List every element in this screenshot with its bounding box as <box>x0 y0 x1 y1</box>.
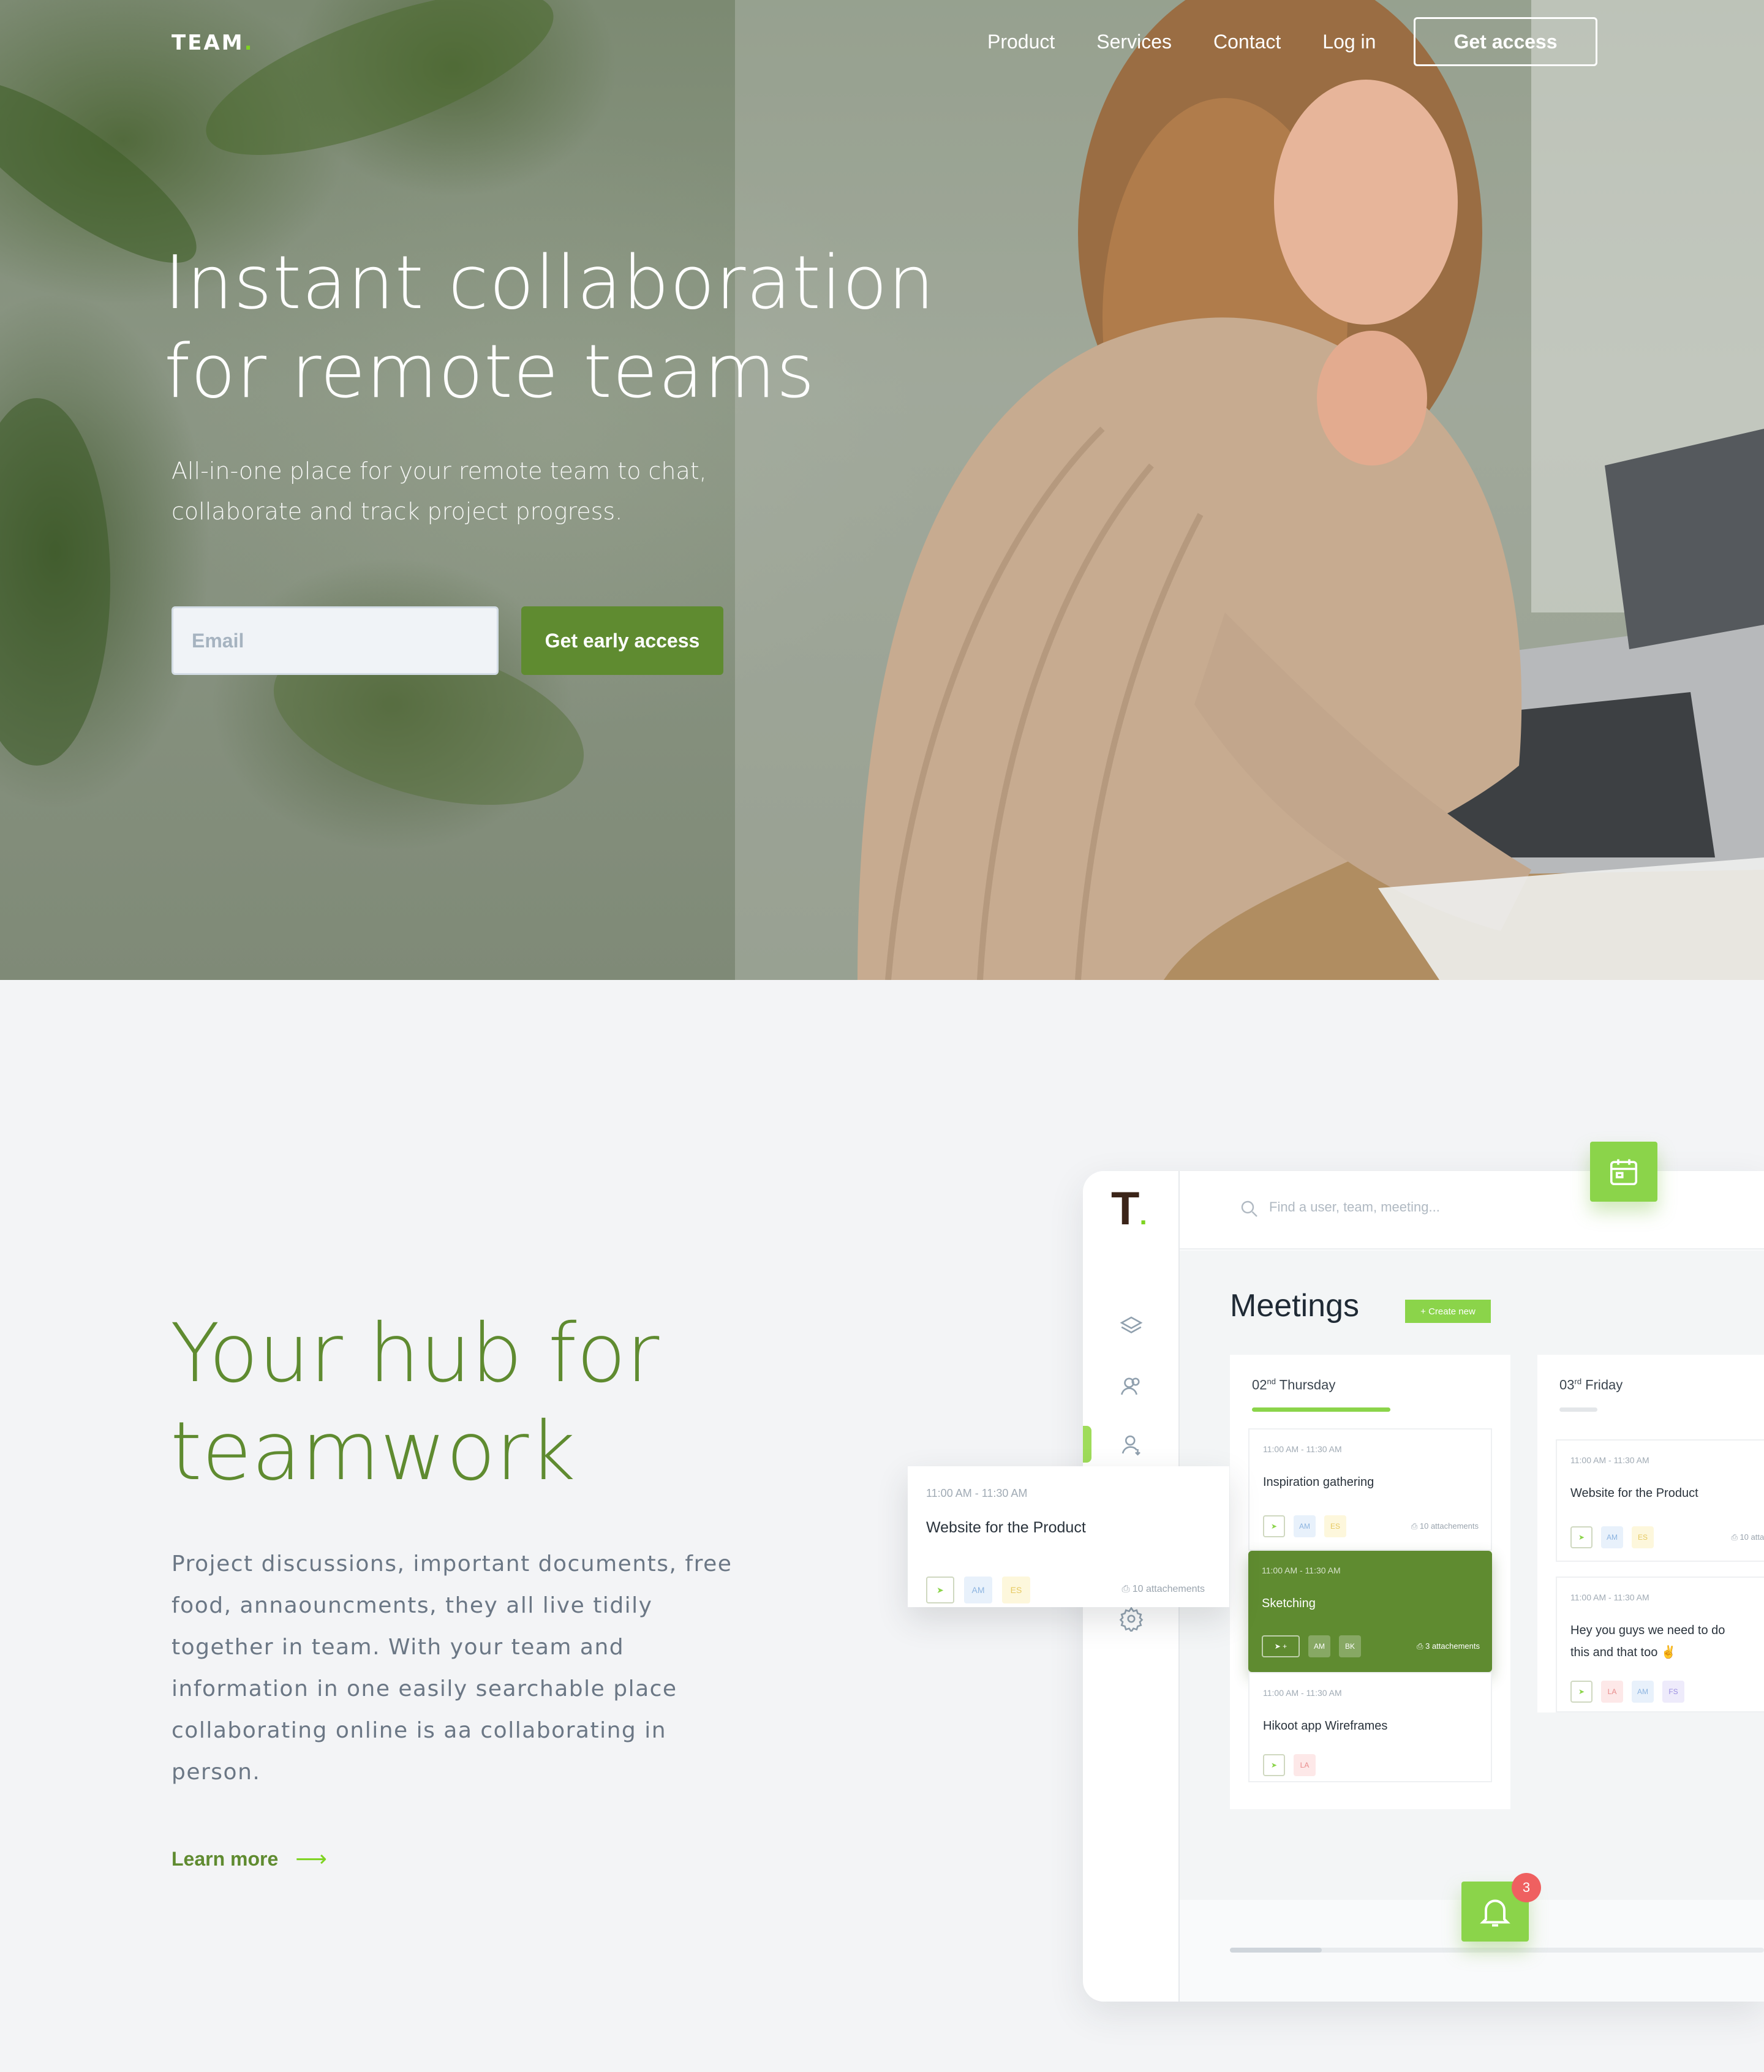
meeting-tags: ➤ AM ES <box>1570 1526 1654 1548</box>
hub-description: Project discussions, important documents… <box>172 1551 733 1785</box>
app-logo-dot: . <box>1139 1200 1147 1230</box>
sidebar-active-indicator <box>1083 1426 1091 1463</box>
meeting-tags: ➤ LA <box>1263 1754 1316 1776</box>
meeting-card[interactable]: 11:00 AM - 11:30 AM Inspiration gatherin… <box>1248 1428 1492 1551</box>
logo-dot: . <box>244 31 254 55</box>
avatar-tag: AM <box>1601 1526 1623 1548</box>
day-active-underline <box>1252 1407 1390 1412</box>
meeting-card-active[interactable]: 11:00 AM - 11:30 AM Sketching ➤ + AM BK … <box>1248 1551 1492 1672</box>
avatar-tag: LA <box>1294 1754 1316 1776</box>
meeting-tags: ➤ + AM BK <box>1262 1635 1361 1657</box>
hub-title: Your hub for teamwork <box>170 1305 844 1501</box>
avatar-tag: BK <box>1339 1635 1361 1657</box>
get-early-access-button[interactable]: Get early access <box>521 606 723 675</box>
avatar-tag: AM <box>1308 1635 1330 1657</box>
team-icon[interactable] <box>1118 1373 1144 1399</box>
attachments-count: ⎙ 10 attachem <box>1731 1532 1764 1542</box>
day-underline <box>1559 1407 1597 1412</box>
hero-title-line: for remote teams <box>164 330 815 415</box>
avatar-tag: AM <box>964 1577 992 1603</box>
hub-title-line: teamwork <box>170 1404 576 1499</box>
hero-title-line: Instant collaboration <box>164 241 935 326</box>
attachments-count: ⎙ 10 attachements <box>1411 1521 1479 1531</box>
nav-link-contact[interactable]: Contact <box>1213 31 1281 53</box>
create-new-button[interactable]: + Create new <box>1405 1300 1491 1323</box>
hub-title-line: Your hub for <box>170 1306 660 1401</box>
user-icon[interactable] <box>1118 1432 1144 1458</box>
nav-link-services[interactable]: Services <box>1096 31 1172 53</box>
send-icon[interactable]: ➤ <box>1263 1515 1285 1537</box>
day-column-friday: 03rd Friday 11:00 AM - 11:30 AM Website … <box>1537 1355 1764 1712</box>
hero-section: TEAM. Product Services Contact Log in Ge… <box>0 0 1764 980</box>
arrow-right-icon: ⟶ <box>295 1847 327 1872</box>
meeting-time: 11:00 AM - 11:30 AM <box>1262 1565 1341 1575</box>
send-icon[interactable]: ➤ <box>926 1577 954 1603</box>
scrollbar-thumb[interactable] <box>1230 1948 1322 1953</box>
meeting-card[interactable]: 11:00 AM - 11:30 AM Hey you guys we need… <box>1556 1577 1764 1712</box>
learn-more-label: Learn more <box>172 1848 279 1870</box>
meeting-card[interactable]: 11:00 AM - 11:30 AM Website for the Prod… <box>1556 1439 1764 1562</box>
app-meetings-panel: Meetings + Create new 02nd Thursday 11:0… <box>1180 1251 1764 1953</box>
send-icon[interactable]: ➤ <box>1570 1681 1593 1703</box>
attachments-count: ⎙ 3 attachements <box>1417 1641 1480 1651</box>
meetings-title: Meetings <box>1230 1288 1359 1324</box>
hero-subtitle: All-in-one place for your remote team to… <box>172 451 784 532</box>
avatar-tag: LA <box>1601 1681 1623 1703</box>
horizontal-scrollbar[interactable] <box>1230 1948 1764 1953</box>
meeting-time: 11:00 AM - 11:30 AM <box>926 1487 1028 1499</box>
hero-title: Instant collaboration for remote teams <box>164 239 960 416</box>
app-logo: T. <box>1111 1183 1147 1235</box>
day-column-thursday: 02nd Thursday 11:00 AM - 11:30 AM Inspir… <box>1230 1355 1510 1809</box>
meeting-title: Inspiration gathering <box>1263 1475 1374 1489</box>
meeting-time: 11:00 AM - 11:30 AM <box>1570 1455 1649 1465</box>
meeting-title: Hey you guys we need to do this and that… <box>1570 1624 1725 1659</box>
notification-count-badge: 3 <box>1512 1873 1541 1902</box>
learn-more-link[interactable]: Learn more ⟶ <box>172 1847 327 1872</box>
meeting-time: 11:00 AM - 11:30 AM <box>1263 1688 1342 1698</box>
avatar-tag: ES <box>1632 1526 1654 1548</box>
meeting-time: 11:00 AM - 11:30 AM <box>1263 1444 1342 1454</box>
brand-logo[interactable]: TEAM. <box>172 31 254 55</box>
hero-subtitle-line: All-in-one place for your remote team to… <box>172 458 707 484</box>
avatar-tag: ES <box>1002 1577 1030 1603</box>
get-access-button[interactable]: Get access <box>1414 17 1597 66</box>
meeting-tags: ➤ AM ES <box>1263 1515 1346 1537</box>
bell-icon <box>1480 1899 1510 1927</box>
day-label: 03rd Friday <box>1559 1377 1623 1393</box>
meeting-tags: ➤ LA AM FS <box>1570 1681 1684 1703</box>
meeting-title: Sketching <box>1262 1597 1316 1610</box>
meeting-time: 11:00 AM - 11:30 AM <box>1570 1592 1649 1602</box>
avatar-tag: FS <box>1662 1681 1684 1703</box>
floating-meeting-card[interactable]: 11:00 AM - 11:30 AM Website for the Prod… <box>908 1466 1229 1607</box>
nav-link-product[interactable]: Product <box>987 31 1055 53</box>
meeting-tags: ➤ AM ES <box>926 1577 1030 1603</box>
send-add-icon[interactable]: ➤ + <box>1262 1635 1300 1657</box>
search-icon[interactable] <box>1238 1198 1261 1220</box>
hero-subtitle-line: collaborate and track project progress. <box>172 498 623 525</box>
layers-icon[interactable] <box>1118 1313 1144 1339</box>
meeting-title: Website for the Product <box>1570 1486 1698 1500</box>
nav-link-login[interactable]: Log in <box>1322 31 1376 53</box>
avatar-tag: AM <box>1632 1681 1654 1703</box>
main-nav: Product Services Contact Log in <box>987 31 1376 53</box>
app-search-bar: Find a user, team, meeting... <box>1180 1171 1764 1249</box>
calendar-button[interactable] <box>1590 1142 1657 1202</box>
meeting-title: Website for the Product <box>926 1519 1086 1536</box>
app-search-input[interactable]: Find a user, team, meeting... <box>1269 1199 1440 1215</box>
calendar-icon <box>1610 1159 1638 1186</box>
meeting-title: Hikoot app Wireframes <box>1263 1719 1388 1733</box>
attachments-count: ⎙ 10 attachements <box>1121 1584 1205 1594</box>
avatar-tag: AM <box>1294 1515 1316 1537</box>
avatar-tag: ES <box>1324 1515 1346 1537</box>
send-icon[interactable]: ➤ <box>1570 1526 1593 1548</box>
settings-icon[interactable] <box>1118 1606 1144 1632</box>
send-icon[interactable]: ➤ <box>1263 1754 1285 1776</box>
day-label: 02nd Thursday <box>1252 1377 1336 1393</box>
email-input[interactable] <box>172 606 499 675</box>
meeting-card[interactable]: 11:00 AM - 11:30 AM Hikoot app Wireframe… <box>1248 1672 1492 1782</box>
